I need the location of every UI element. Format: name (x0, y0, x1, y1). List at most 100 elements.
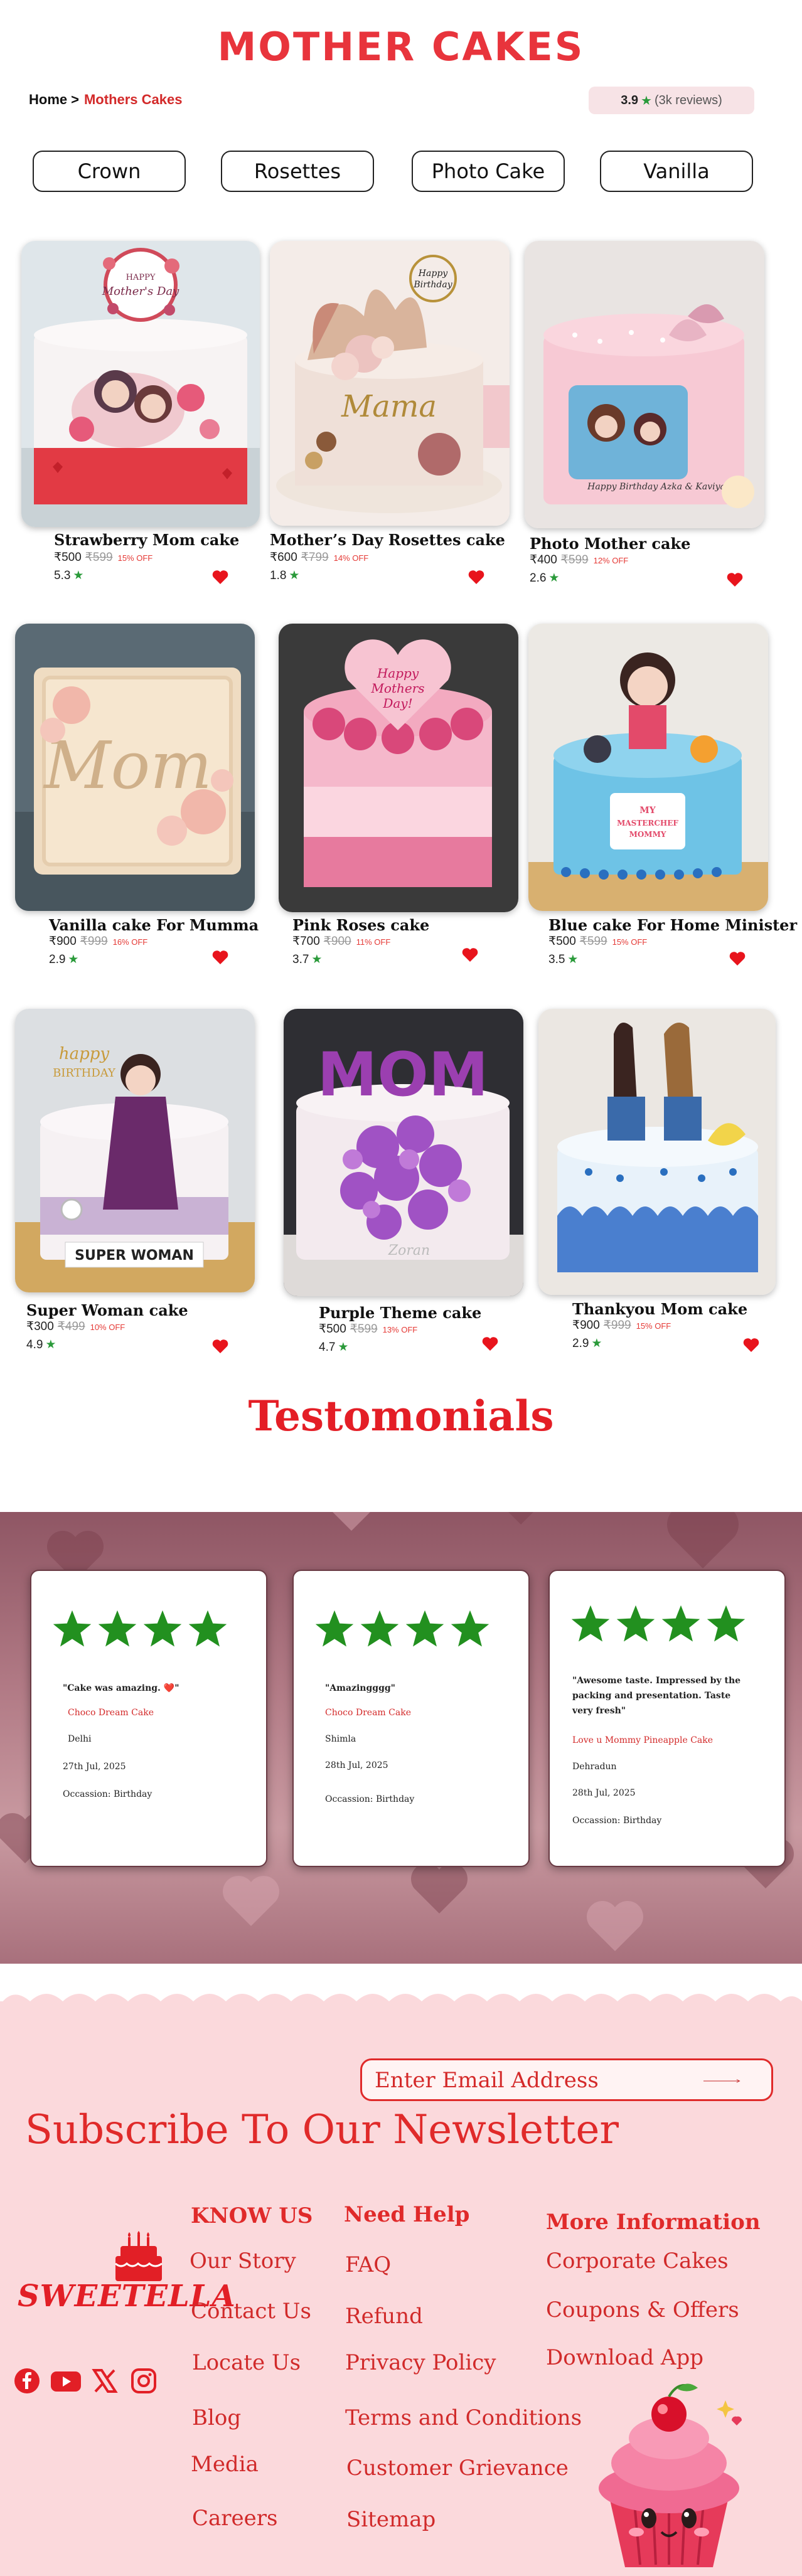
product-name[interactable]: Super Woman cake (26, 1301, 188, 1319)
product-price: ₹700 ₹900 11% OFF (292, 934, 390, 949)
rating-value: 5.3 (54, 569, 71, 582)
footer-link-sitemap[interactable]: Sitemap (346, 2507, 436, 2532)
newsletter-email-field[interactable] (360, 2058, 773, 2101)
testimonial-flavour: Choco Dream Cake (68, 1708, 154, 1718)
testimonial-date: 28th Jul, 2025 (325, 1760, 388, 1770)
star-icon (98, 1610, 137, 1647)
breadcrumb-home[interactable]: Home (29, 92, 67, 107)
youtube-icon[interactable] (50, 2368, 82, 2394)
rating-value: 4.7 (319, 1341, 336, 1354)
facebook-icon[interactable] (14, 2368, 40, 2394)
discount: 15% OFF (117, 553, 153, 563)
footer-link-download-app[interactable]: Download App (546, 2345, 703, 2370)
cake-topper-text: happy (59, 1045, 110, 1063)
product-name[interactable]: Vanilla cake For Mumma (49, 916, 259, 934)
star-icon (143, 1610, 182, 1647)
footer-link-customer-grievance[interactable]: Customer Grievance (346, 2456, 569, 2481)
product-image[interactable]: Happy Birthday Azka & Kaviya (525, 241, 764, 528)
product-price: ₹900 ₹999 15% OFF (572, 1318, 671, 1333)
footer-link-coupons-offers[interactable]: Coupons & Offers (546, 2297, 739, 2323)
wishlist-heart-icon[interactable] (468, 570, 484, 585)
tab-vanilla[interactable]: Vanilla (600, 151, 753, 192)
price: ₹600 (270, 551, 297, 564)
tab-crown[interactable]: Crown (33, 151, 186, 192)
footer-link-privacy-policy[interactable]: Privacy Policy (345, 2350, 496, 2375)
footer-link-refund[interactable]: Refund (345, 2304, 423, 2329)
product-price: ₹600 ₹799 14% OFF (270, 550, 368, 565)
discount: 10% OFF (90, 1323, 126, 1332)
product-image[interactable]: Happy Birthday Mama (270, 241, 510, 526)
wishlist-heart-icon[interactable] (212, 570, 228, 585)
testimonial-occasion: Occassion: Birthday (63, 1789, 152, 1799)
product-name[interactable]: Thankyou Mom cake (572, 1300, 747, 1318)
price: ₹700 (292, 935, 320, 948)
rating-value: 3.5 (548, 953, 565, 966)
wishlist-heart-icon[interactable] (462, 947, 478, 962)
tab-rosettes[interactable]: Rosettes (221, 151, 374, 192)
cake-banner-text: SUPER WOMAN (75, 1248, 194, 1264)
wishlist-heart-icon[interactable] (743, 1338, 759, 1353)
product-rating: 2.9 ★ (49, 952, 78, 967)
price: ₹900 (572, 1319, 600, 1332)
product-price: ₹500 ₹599 15% OFF (54, 550, 152, 565)
star-icon: ★ (338, 1341, 349, 1354)
wishlist-heart-icon[interactable] (729, 951, 746, 966)
product-image[interactable]: Happy Mothers Day! (279, 624, 518, 912)
email-input[interactable] (375, 2067, 676, 2094)
rating-value: 2.9 (49, 953, 66, 966)
price: ₹500 (54, 551, 82, 564)
footer-link-locate-us[interactable]: Locate Us (192, 2350, 301, 2375)
footer-link-contact-us[interactable]: Contact Us (191, 2299, 311, 2324)
footer-link-faq[interactable]: FAQ (345, 2252, 391, 2277)
footer-link-careers[interactable]: Careers (192, 2506, 277, 2531)
product-rating: 4.7 ★ (319, 1340, 348, 1355)
rating-value: 2.9 (572, 1337, 589, 1350)
star-icon: ★ (73, 569, 84, 582)
footer-link-media[interactable]: Media (191, 2452, 259, 2477)
product-name[interactable]: Mother’s Day Rosettes cake (270, 531, 505, 549)
svg-text:MOMMY: MOMMY (629, 830, 666, 839)
cupcake-mascot-image (599, 2383, 742, 2567)
tab-photo-cake[interactable]: Photo Cake (412, 151, 565, 192)
wishlist-heart-icon[interactable] (212, 1339, 228, 1354)
product-image[interactable] (538, 1009, 776, 1295)
price: ₹500 (548, 935, 576, 948)
testimonial-card: "Amazingggg" Choco Dream Cake Shimla 28t… (292, 1570, 530, 1867)
wishlist-heart-icon[interactable] (482, 1336, 498, 1351)
star-icon: ★ (289, 569, 300, 582)
mrp: ₹799 (301, 551, 329, 564)
wishlist-heart-icon[interactable] (727, 572, 743, 587)
breadcrumb-current: Mothers Cakes (83, 92, 183, 107)
footer-link-our-story[interactable]: Our Story (190, 2249, 296, 2274)
product-rating: 3.5 ★ (548, 952, 578, 967)
testimonial-occasion: Occassion: Birthday (572, 1816, 662, 1826)
product-image[interactable]: MY MASTERCHEF MOMMY (528, 624, 768, 911)
product-name[interactable]: Strawberry Mom cake (54, 531, 239, 549)
star-icon (707, 1605, 746, 1642)
breadcrumb: Home > Mothers Cakes (29, 92, 183, 108)
product-name[interactable]: Photo Mother cake (530, 535, 690, 553)
cake-plaque-text: Mama (341, 389, 437, 424)
footer-link-blog[interactable]: Blog (192, 2405, 241, 2430)
svg-text:BIRTHDAY: BIRTHDAY (53, 1067, 116, 1080)
arrow-right-icon[interactable] (691, 2079, 754, 2083)
product-image[interactable]: HAPPY Mother's Day (21, 241, 260, 527)
product-name[interactable]: Purple Theme cake (319, 1304, 481, 1322)
product-image[interactable]: MOM Zoran (284, 1009, 523, 1296)
product-image[interactable]: happy BIRTHDAY SUPER WOMAN (15, 1009, 255, 1292)
product-name[interactable]: Pink Roses cake (292, 916, 429, 934)
footer-link-terms[interactable]: Terms and Conditions (345, 2405, 582, 2430)
product-price: ₹900 ₹999 16% OFF (49, 934, 147, 949)
x-icon[interactable] (92, 2368, 118, 2394)
wishlist-heart-icon[interactable] (212, 950, 228, 965)
mrp: ₹599 (579, 935, 607, 948)
footer-link-corporate-cakes[interactable]: Corporate Cakes (546, 2249, 729, 2274)
mrp: ₹599 (560, 553, 589, 567)
product-name[interactable]: Blue cake For Home Minister (548, 916, 797, 934)
cake-logo-icon (115, 2231, 163, 2281)
product-rating: 2.9 ★ (572, 1336, 602, 1351)
product-image[interactable]: Mom (15, 624, 255, 911)
rating-summary: 3.9 ★ (3k reviews) (589, 87, 754, 114)
cake-sign-text: Happy Birthday Azka & Kaviya (587, 482, 725, 492)
instagram-icon[interactable] (131, 2368, 157, 2394)
